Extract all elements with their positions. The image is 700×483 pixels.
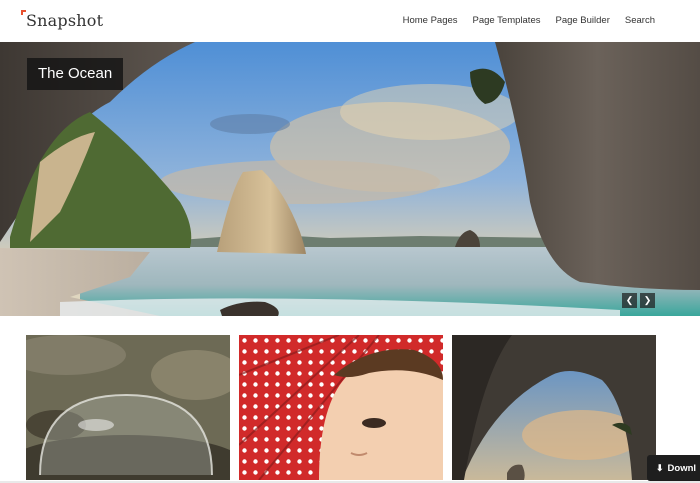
nav-home-pages[interactable]: Home Pages: [403, 15, 458, 26]
chevron-right-icon: ❯: [643, 295, 652, 305]
thumbnail-grid: [0, 316, 700, 483]
thumbnail-sea-cave[interactable]: [452, 335, 656, 480]
nav-search[interactable]: Search: [625, 15, 655, 26]
slider-prev-button[interactable]: ❮: [622, 293, 637, 308]
bubble-image: [26, 335, 230, 480]
site-header: Snapshot Home Pages Page Templates Page …: [0, 0, 700, 42]
site-logo[interactable]: Snapshot: [26, 11, 103, 30]
umbrella-image: [239, 335, 443, 480]
download-icon: ⬇: [656, 463, 664, 473]
download-button[interactable]: ⬇ Downl: [647, 455, 700, 481]
thumbnail-bubble[interactable]: [26, 335, 230, 480]
thumbnail-umbrella[interactable]: [239, 335, 443, 480]
main-nav: Home Pages Page Templates Page Builder S…: [403, 15, 655, 26]
download-label: Downl: [667, 463, 697, 474]
cave-image: [452, 335, 656, 480]
hero-slider[interactable]: The Ocean ❮ ❯: [0, 42, 700, 316]
nav-page-builder[interactable]: Page Builder: [555, 15, 609, 26]
slider-next-button[interactable]: ❯: [640, 293, 655, 308]
chevron-left-icon: ❮: [625, 295, 634, 305]
slide-title: The Ocean: [27, 58, 124, 90]
nav-page-templates[interactable]: Page Templates: [473, 15, 541, 26]
